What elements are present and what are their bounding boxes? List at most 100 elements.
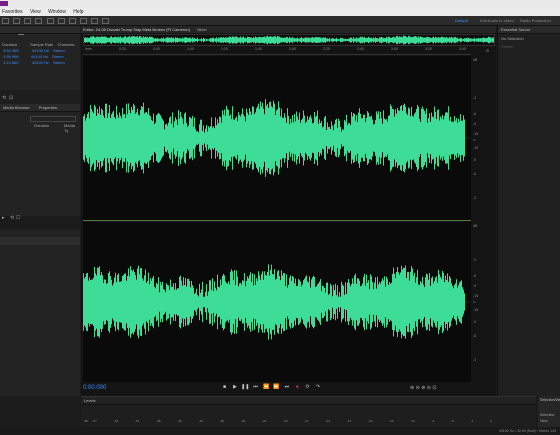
essential-sound-subtitle: No Selection [501,36,524,41]
slip-tool-icon[interactable] [46,18,54,24]
levels-scale: dB -57 -54 -51 -48 -45 -42 -39 -36 -33 -… [84,419,492,423]
play-button[interactable]: ▶ [230,384,239,390]
pause-button[interactable]: ❚❚ [241,384,250,390]
zoom-out-time-icon[interactable]: ⊖ [427,385,431,391]
time-selection-icon[interactable] [57,18,65,24]
tab-media-browser[interactable]: Media Browser [3,105,30,110]
waveform-view-icon[interactable] [2,18,9,24]
zoom-in-amplitude-icon[interactable]: ⊕ [410,385,414,391]
workspace-radio-production[interactable]: Radio Production [520,16,551,25]
file-row[interactable]: 3:54.368 44100 Hz Stereo [3,48,81,53]
tab-mixer[interactable]: Mixer [197,27,207,32]
time-tick: 1:00 [187,47,194,51]
time-tick: 2:00 [289,47,296,51]
go-to-start-button[interactable]: ⏮ [251,384,260,390]
db-tick: -15 [473,294,479,298]
db-tick: dB [473,224,478,228]
db-tick: -3 [473,96,477,100]
zoom-icon[interactable]: ⊙ [486,48,489,53]
db-tick: -15 [473,146,479,150]
db-tick: -6 [473,112,477,116]
menu-favorites[interactable]: Favorites [2,9,23,15]
db-tick: ∞ [473,138,476,142]
selection-view-title: Selection/View [540,398,560,402]
workspace-default[interactable]: Default [455,16,468,25]
record-button[interactable]: ● [293,384,302,390]
marquee-icon[interactable] [68,18,76,24]
preset-label: Preset: [501,44,514,49]
time-tick: 2:40 [357,47,364,51]
workspace-edit-audio-video[interactable]: Edit Audio to Video [480,16,514,25]
markers-panel [0,230,80,396]
db-tick: -9 [473,320,477,324]
time-tick: 1:20 [221,47,228,51]
tab-properties[interactable]: Properties [39,105,57,110]
media-tabs: Media Browser Properties [0,104,80,112]
col-duration[interactable]: Duration [2,42,17,47]
db-scale-left: dB -3 -6 -9 -15 ∞ -15 -9 -6 -3 [473,56,493,220]
files-panel-header [0,26,80,34]
col-sample-rate[interactable]: Sample Rate [30,42,53,47]
file-row[interactable]: 1:59.998 44100 Hz Stereo [3,54,81,59]
menu-help[interactable]: Help [73,9,83,15]
channel-left[interactable] [83,56,471,220]
refresh-icon[interactable]: ⟲ [2,95,6,101]
db-tick: -3 [473,196,477,200]
db-tick: -6 [473,334,477,338]
go-to-end-button[interactable]: ⏭ [282,384,291,390]
razor-tool-icon[interactable] [35,18,43,24]
move-tool-icon[interactable] [24,18,32,24]
loop-preview-icon[interactable]: ⟲ [10,215,14,221]
fast-forward-button[interactable]: ⏩ [272,384,281,390]
essential-sound-title: Essential Sound [498,26,560,34]
lasso-icon[interactable] [79,18,87,24]
spectral-view-icon[interactable] [13,18,21,24]
db-tick: -9 [473,122,477,126]
time-ruler[interactable]: hms 0:20 0:40 1:00 1:20 1:40 2:00 2:20 2… [83,47,471,55]
media-col-type[interactable]: Media Ty [64,123,80,133]
db-tick: -15 [473,132,479,136]
toolbar: Default Edit Audio to Video Radio Produc… [0,16,560,26]
tab-editor[interactable]: Editor: 24-05 Donald Trump Slap Meta Bro… [83,27,190,32]
status-info: 44100 Hz • 32-bit (float) • Stereo 149 [498,429,556,433]
waveform-left [83,99,471,177]
app-icon [0,1,8,6]
stop-button[interactable]: ■ [220,384,229,390]
skip-button[interactable]: ↷ [314,384,323,390]
db-tick: -3 [473,358,477,362]
markers-header-row [0,237,80,245]
play-preview-icon[interactable]: ▸ [2,215,5,221]
transport-controls: ■ ▶ ❚❚ ⏮ ⏪ ⏩ ⏭ ● ⟳ ↷ [220,384,323,392]
rewind-button[interactable]: ⏪ [262,384,271,390]
auto-play-icon[interactable]: ☐ [16,215,20,221]
zoom-out-amplitude-icon[interactable]: ⊖ [416,385,420,391]
time-tick: 3:00 [391,47,398,51]
title-bar [0,0,560,8]
waveform-right [83,264,471,340]
brush-icon[interactable] [91,18,98,24]
time-tick: 3:20 [425,47,432,51]
time-tick: 2:20 [323,47,330,51]
menu-window[interactable]: Window [48,9,66,15]
db-tick: dB [473,58,478,62]
overview-waveform [84,35,494,45]
media-col-duration[interactable]: Duration [34,123,49,128]
channel-right[interactable] [83,222,471,382]
file-row[interactable]: 1:13.560 44100 Hz Stereo [3,60,81,65]
media-search-input[interactable] [30,116,76,122]
time-tick: 0:40 [153,47,160,51]
zoom-full-icon[interactable]: ⊡ [432,385,436,391]
zoom-in-time-icon[interactable]: ⊕ [421,385,425,391]
insert-icon[interactable]: ⊡ [9,95,13,101]
collapse-icon[interactable] [18,34,24,38]
waveform-overview[interactable] [83,34,495,46]
db-tick: -9 [473,158,477,162]
current-time: 0:00.000 [83,385,107,391]
menu-view[interactable]: View [30,9,41,15]
channel-divider [83,220,471,221]
loop-button[interactable]: ⟳ [303,384,312,390]
col-channels[interactable]: Channels [58,42,75,47]
time-tick: 3:40 [459,47,466,51]
db-tick: -3 [473,258,477,262]
spot-healing-icon[interactable] [102,18,110,24]
